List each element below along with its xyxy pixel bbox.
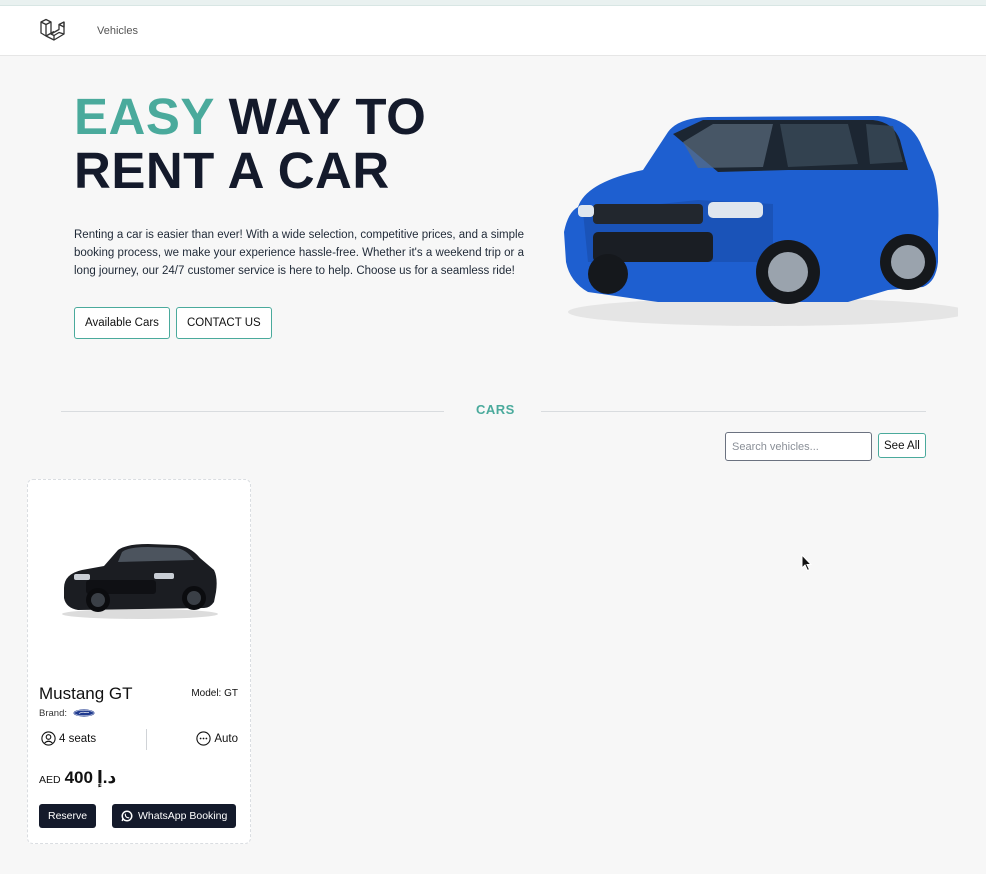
- whatsapp-icon: [121, 810, 133, 822]
- blue-suv-car-image: [564, 116, 958, 326]
- hero-description: Renting a car is easier than ever! With …: [74, 229, 524, 277]
- section-divider-left: [61, 411, 444, 412]
- nav-link-vehicles[interactable]: Vehicles: [97, 25, 138, 37]
- vehicle-price: AED 400 د.إ: [39, 768, 116, 788]
- user-circle-icon: [41, 731, 56, 746]
- vehicle-seats-label: 4 seats: [59, 732, 97, 745]
- ford-logo-icon: [73, 709, 95, 717]
- vehicle-transmission-label: Auto: [214, 732, 238, 745]
- mouse-cursor-icon: [801, 554, 813, 572]
- black-mustang-car-image: [62, 544, 218, 619]
- hero-title-line1: WAY TO: [213, 88, 427, 145]
- vehicle-brand-label: Brand:: [39, 708, 67, 719]
- whatsapp-booking-label: WhatsApp Booking: [138, 810, 228, 822]
- cars-section-title: CARS: [476, 402, 515, 417]
- vehicle-seats: 4 seats: [41, 731, 96, 746]
- vehicle-model: Model: GT: [191, 688, 238, 699]
- whatsapp-booking-button[interactable]: WhatsApp Booking: [112, 804, 237, 828]
- vehicle-name: Mustang GT: [39, 684, 133, 703]
- reserve-button[interactable]: Reserve: [39, 804, 97, 828]
- section-divider-right: [541, 411, 926, 412]
- hero-title-accent: EASY: [74, 88, 214, 145]
- price-value: 400: [64, 768, 93, 787]
- vehicle-card: Mustang GT Model: GT Brand: 4 seats Auto…: [27, 479, 251, 844]
- vehicle-transmission: Auto: [196, 731, 238, 746]
- spec-divider: [146, 729, 147, 750]
- navbar: Vehicles: [0, 6, 986, 56]
- see-all-button[interactable]: See All: [878, 433, 926, 458]
- hero-title: EASY WAY TO RENT A CAR: [74, 90, 426, 198]
- contact-us-button[interactable]: CONTACT US: [176, 307, 272, 339]
- price-currency: AED: [39, 774, 61, 786]
- search-vehicles-input[interactable]: [725, 432, 872, 461]
- hero-title-line2: RENT A CAR: [74, 142, 390, 199]
- more-circle-icon: [196, 731, 211, 746]
- price-symbol: د.إ: [96, 768, 117, 787]
- available-cars-button[interactable]: Available Cars: [74, 307, 170, 339]
- laravel-logo-icon[interactable]: [38, 17, 66, 45]
